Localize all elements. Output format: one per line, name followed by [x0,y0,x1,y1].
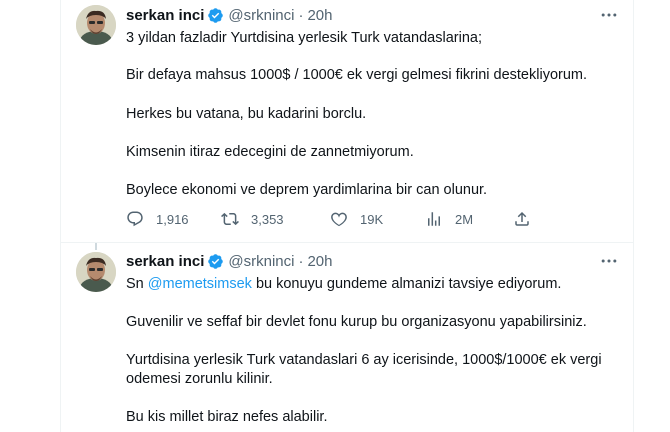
tweet-header: serkan inci @srkninci · 20h [126,5,333,25]
author-avatar[interactable] [76,5,116,45]
author-avatar[interactable] [76,252,116,292]
avatar-photo-icon [76,5,116,45]
thread-connector-line [95,243,97,250]
like-count: 19K [360,211,384,227]
mention-link[interactable]: @memetsimsek [148,276,252,292]
tweet-timestamp[interactable]: 20h [307,253,332,270]
avatar-photo-icon [76,252,116,292]
retweet-icon [221,212,239,226]
tweet-paragraph: 3 yildan fazladir Yurtdisina yerlesik Tu… [126,30,482,46]
tweet-paragraph: Boylece ekonomi ve deprem yardimlarina b… [126,182,488,198]
tweet-1[interactable]: serkan inci @srkninci · 20h 3 yildan faz… [61,0,633,243]
views-button[interactable]: 2M [425,207,473,231]
share-button[interactable] [513,207,531,231]
author-name[interactable]: serkan inci [126,253,204,270]
tweet-paragraph: Bu kis millet biraz nefes alabilir. [126,409,328,425]
view-count: 2M [455,211,474,227]
more-options-icon[interactable] [599,5,619,25]
author-handle[interactable]: @srkninci [228,253,294,270]
tweet-2[interactable]: serkan inci @srkninci · 20h Sn @memetsim… [61,243,633,432]
tweet-paragraph: Guvenilir ve seffaf bir devlet fonu kuru… [126,314,587,330]
intro-prefix: Sn [126,276,148,292]
intro-suffix: bu konuyu gundeme almanizi tavsiye ediyo… [251,276,562,292]
tweet-paragraph: Bir defaya mahsus 1000$ / 1000€ ek vergi… [126,67,588,83]
author-name[interactable]: serkan inci [126,7,204,24]
more-options-icon[interactable] [599,251,619,271]
like-icon [331,212,347,227]
like-button[interactable]: 19K [330,207,383,231]
tweet-paragraph: Yurtdisina yerlesik Turk vatandaslari 6 … [126,352,602,368]
meta-separator: · [298,6,304,24]
reply-count: 1,916 [156,211,189,227]
views-icon [428,212,440,226]
tweet-header: serkan inci @srkninci · 20h [126,251,333,271]
verified-badge-icon [208,7,224,23]
meta-separator: · [298,252,304,270]
tweet-paragraph: Sn @memetsimsek bu konuyu gundeme almani… [126,275,561,294]
reply-button[interactable]: 1,916 [126,207,189,231]
tweet-paragraph: odemesi zorunlu kilinir. [126,371,273,387]
tweet-paragraph: Kimsenin itiraz edecegini de zannetmiyor… [126,144,414,160]
reply-icon [127,211,143,227]
tweet-actions: 1,916 3,353 19K 2M [121,207,541,231]
author-handle[interactable]: @srkninci [228,7,294,24]
retweet-button[interactable]: 3,353 [221,207,284,231]
tweet-timestamp[interactable]: 20h [307,7,332,24]
verified-badge-icon [208,253,224,269]
timeline-right-border [633,0,634,432]
share-icon [515,211,529,226]
tweet-paragraph: Herkes bu vatana, bu kadarini borclu. [126,106,367,122]
retweet-count: 3,353 [251,211,284,227]
